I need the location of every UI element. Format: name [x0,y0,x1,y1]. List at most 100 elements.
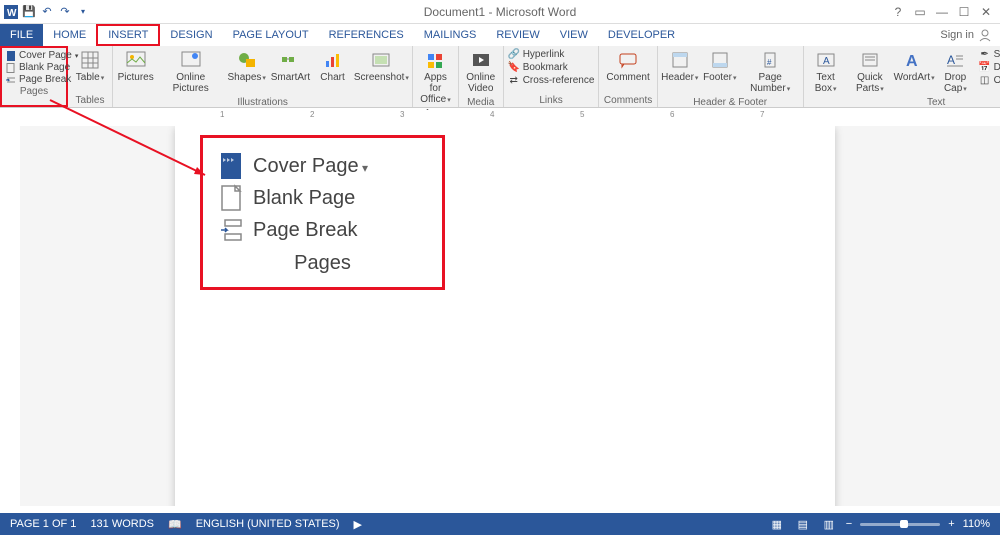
object-icon: ◫ [979,74,991,86]
word-icon: W [4,5,18,19]
status-page[interactable]: PAGE 1 OF 1 [10,518,76,530]
signin-link[interactable]: Sign in [932,24,1000,46]
status-words[interactable]: 131 WORDS [90,518,154,530]
tab-design[interactable]: DESIGN [160,24,222,46]
svg-text:#: # [767,58,772,67]
crossref-button[interactable]: ⇄Cross-reference [508,74,595,86]
smartart-button[interactable]: SmartArt [270,48,310,85]
shapes-button[interactable]: Shapes [227,48,266,85]
maximize-icon[interactable]: ☐ [956,4,972,20]
blank-page-icon [219,186,243,210]
tab-review[interactable]: REVIEW [486,24,549,46]
redo-icon[interactable]: ↷ [58,5,72,19]
minimize-icon[interactable]: — [934,4,950,20]
quickparts-button[interactable]: Quick Parts [848,48,893,96]
view-read-icon[interactable]: ▦ [768,517,786,531]
bookmark-button[interactable]: 🔖Bookmark [508,61,595,73]
screenshot-button[interactable]: Screenshot [355,48,409,85]
footer-button[interactable]: Footer [702,48,738,85]
datetime-button[interactable]: 📅Date & Time [979,61,1000,73]
callout-blank-page[interactable]: Blank Page [219,182,426,214]
tab-view[interactable]: VIEW [550,24,598,46]
pages-callout: Cover Page Blank Page Page Break Pages [200,135,445,290]
zoom-slider[interactable] [860,523,940,526]
object-button[interactable]: ◫Object▾ [979,74,1000,86]
quickparts-icon [860,50,880,70]
undo-icon[interactable]: ↶ [40,5,54,19]
group-apps: Apps for Office Apps [413,46,458,107]
group-pages: Cover Page▾ Blank Page Page Break Pages [0,46,68,107]
datetime-icon: 📅 [979,61,991,73]
wordart-icon: A [904,50,924,70]
ribbon-tabs: FILE HOME INSERT DESIGN PAGE LAYOUT REFE… [0,24,1000,46]
view-print-icon[interactable]: ▤ [794,517,812,531]
tab-mailings[interactable]: MAILINGS [414,24,487,46]
apps-button[interactable]: Apps for Office [417,48,453,107]
chart-icon [323,50,343,70]
chart-button[interactable]: Chart [315,48,351,85]
smartart-icon [280,50,300,70]
footer-icon [710,50,730,70]
bookmark-icon: 🔖 [508,61,520,73]
pagenumber-button[interactable]: #Page Number [742,48,799,96]
callout-page-break[interactable]: Page Break [219,214,426,246]
online-pictures-button[interactable]: Online Pictures [158,48,223,96]
comment-button[interactable]: Comment [603,48,652,85]
pagenumber-icon: # [760,50,780,70]
document-area [0,126,1000,506]
horizontal-ruler[interactable]: 1 2 3 4 5 6 7 [0,108,1000,126]
pictures-button[interactable]: Pictures [117,48,154,85]
apps-icon [425,50,445,70]
table-button[interactable]: Table [72,48,108,85]
view-web-icon[interactable]: ▥ [820,517,838,531]
tab-pagelayout[interactable]: PAGE LAYOUT [223,24,319,46]
status-macro-icon[interactable]: ▶ [354,518,362,531]
hyperlink-button[interactable]: 🔗Hyperlink [508,48,595,60]
tab-insert[interactable]: INSERT [96,24,160,46]
close-icon[interactable]: ✕ [978,4,994,20]
cover-page-button[interactable]: Cover Page▾ [6,50,62,61]
group-tables: Table Tables [68,46,113,107]
ribbon-options-icon[interactable]: ▭ [912,4,928,20]
status-proofing-icon[interactable]: 📖 [168,518,182,531]
shapes-icon [237,50,257,70]
save-icon[interactable]: 💾 [22,5,36,19]
signature-button[interactable]: ✒Signature Line▾ [979,48,1000,60]
group-pages-label: Pages [6,85,62,98]
screenshot-icon [371,50,391,70]
dropcap-button[interactable]: ADrop Cap [936,48,974,96]
group-text: AText Box Quick Parts AWordArt ADrop Cap… [804,46,1000,107]
tab-references[interactable]: REFERENCES [319,24,414,46]
group-comments: Comment Comments [599,46,657,107]
crossref-icon: ⇄ [508,74,520,86]
tab-home[interactable]: HOME [43,24,96,46]
header-button[interactable]: Header [662,48,698,85]
dropcap-icon: A [945,50,965,70]
help-icon[interactable]: ? [890,4,906,20]
pictures-icon [126,50,146,70]
textbox-button[interactable]: AText Box [808,48,844,96]
group-illustrations: Pictures Online Pictures Shapes SmartArt… [113,46,413,107]
page-break-button[interactable]: Page Break [6,74,62,85]
tab-file[interactable]: FILE [0,24,43,46]
tab-developer[interactable]: DEVELOPER [598,24,685,46]
callout-cover-page[interactable]: Cover Page [219,150,426,182]
video-icon [471,50,491,70]
vertical-ruler[interactable] [0,126,20,506]
page-break-icon [219,218,243,242]
wordart-button[interactable]: AWordArt [896,48,932,85]
qat-more-icon[interactable]: ▾ [76,5,90,19]
group-media: Online Video Media [459,46,504,107]
comment-icon [618,50,638,70]
status-language[interactable]: ENGLISH (UNITED STATES) [196,518,340,530]
signature-icon: ✒ [979,48,991,60]
zoom-out-icon[interactable]: − [846,518,852,530]
cover-page-icon [219,154,243,178]
status-bar: PAGE 1 OF 1 131 WORDS 📖 ENGLISH (UNITED … [0,513,1000,535]
zoom-in-icon[interactable]: + [948,518,954,530]
blank-page-button[interactable]: Blank Page [6,62,62,73]
online-video-button[interactable]: Online Video [463,48,499,96]
group-headerfooter: Header Footer #Page Number Header & Foot… [658,46,804,107]
zoom-level[interactable]: 110% [963,518,990,530]
textbox-icon: A [816,50,836,70]
